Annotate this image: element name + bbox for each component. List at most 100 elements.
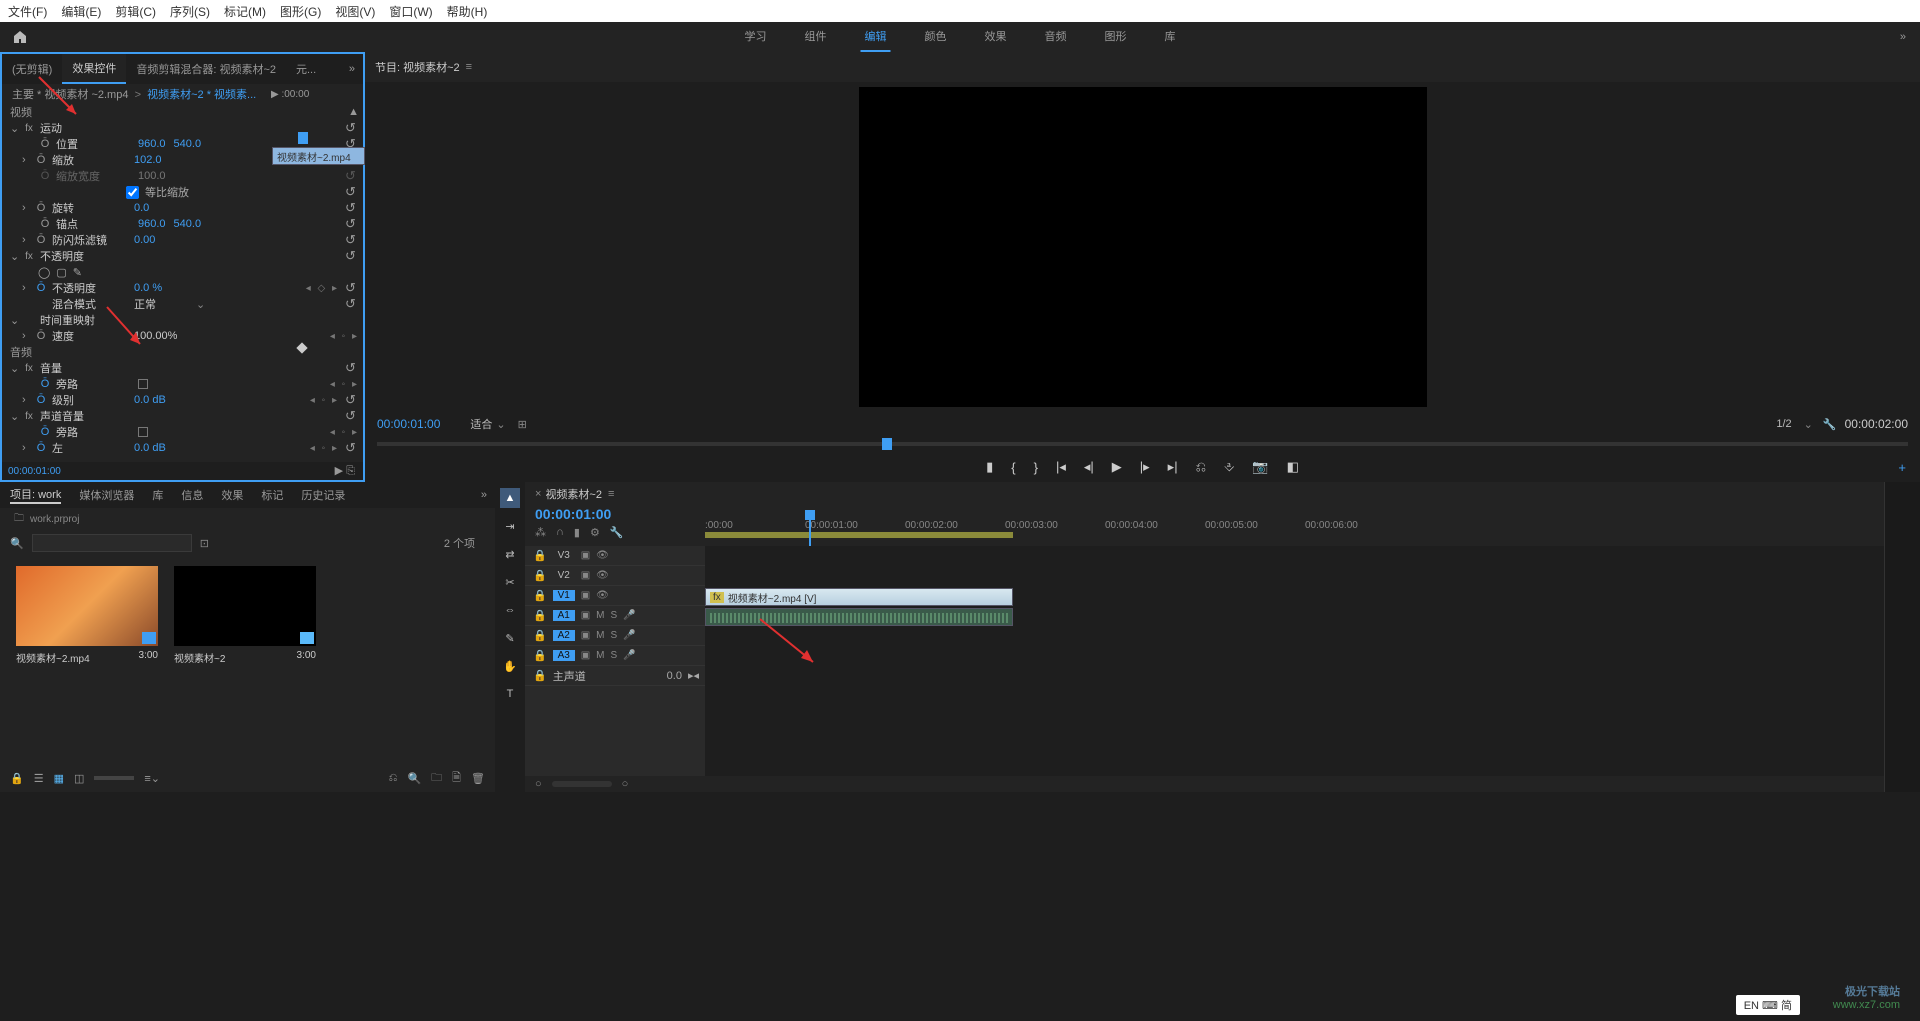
keyframe-nav[interactable]: ◂ ◦ ▸ bbox=[330, 379, 359, 390]
reset-icon[interactable]: ↺ bbox=[345, 281, 359, 295]
bypass-checkbox[interactable] bbox=[138, 427, 148, 437]
reset-icon[interactable]: ↺ bbox=[345, 233, 359, 247]
toggle-output-icon[interactable]: ▣ bbox=[581, 550, 590, 561]
stopwatch-active-icon[interactable]: Ō bbox=[34, 442, 48, 454]
lock-icon[interactable]: 🔒 bbox=[533, 609, 547, 622]
marker-icon[interactable]: ▮ bbox=[574, 526, 580, 539]
reset-icon[interactable]: ↺ bbox=[345, 393, 359, 407]
track-label[interactable]: A2 bbox=[553, 630, 575, 641]
menu-marker[interactable]: 标记(M) bbox=[224, 3, 266, 20]
thumbnail[interactable] bbox=[174, 566, 316, 646]
timeline-ruler[interactable]: :00:00 00:00:01:00 00:00:02:00 00:00:03:… bbox=[705, 506, 1884, 546]
reset-icon[interactable]: ↺ bbox=[345, 121, 359, 135]
reset-icon[interactable]: ↺ bbox=[345, 361, 359, 375]
keyframe-nav[interactable]: ◂ ◦ ▸ bbox=[310, 443, 339, 454]
tab-markers[interactable]: 标记 bbox=[261, 487, 283, 503]
track-select-tool[interactable]: ⇥ bbox=[500, 516, 520, 536]
bypass-checkbox[interactable] bbox=[138, 379, 148, 389]
toggle-eye-icon[interactable]: 👁 bbox=[596, 550, 609, 561]
mask-rect-icon[interactable]: ▢ bbox=[56, 266, 66, 279]
selection-tool[interactable]: ▲ bbox=[500, 488, 520, 508]
blend-mode-value[interactable]: 正常 bbox=[134, 296, 156, 312]
step-forward-icon[interactable]: |▸ bbox=[1140, 459, 1150, 475]
mute-icon[interactable]: ▣ bbox=[581, 610, 590, 621]
zoom-scrollbar[interactable] bbox=[552, 781, 612, 787]
menu-edit[interactable]: 编辑(E) bbox=[61, 3, 101, 20]
thumbnail[interactable] bbox=[16, 566, 158, 646]
mask-pen-icon[interactable]: ✎ bbox=[73, 266, 82, 279]
wrench-icon[interactable]: 🔧 bbox=[610, 526, 624, 539]
menu-window[interactable]: 窗口(W) bbox=[389, 3, 432, 20]
expand-icon[interactable]: ⌄ bbox=[10, 122, 22, 135]
zoom-fit-select[interactable]: 适合 bbox=[470, 416, 492, 432]
menu-graphic[interactable]: 图形(G) bbox=[280, 3, 321, 20]
opacity-value[interactable]: 0.0 % bbox=[134, 282, 162, 294]
workspace-color[interactable]: 颜色 bbox=[921, 22, 951, 52]
tab-media-browser[interactable]: 媒体浏览器 bbox=[79, 487, 134, 503]
timeline-timecode[interactable]: 00:00:01:00 bbox=[535, 506, 705, 522]
go-to-out-icon[interactable]: ▸| bbox=[1168, 459, 1178, 475]
ripple-edit-tool[interactable]: ⇄ bbox=[500, 544, 520, 564]
source-timecode[interactable]: 00:00:01:00 bbox=[8, 466, 61, 477]
effect-channel-volume[interactable]: 声道音量 bbox=[40, 408, 122, 424]
fx-badge-icon[interactable]: fx bbox=[22, 411, 36, 422]
toggle-output-icon[interactable]: ▣ bbox=[581, 570, 590, 581]
scrubber-handle[interactable] bbox=[882, 438, 892, 450]
workspace-effects[interactable]: 效果 bbox=[981, 22, 1011, 52]
pen-tool[interactable]: ✎ bbox=[500, 628, 520, 648]
fx-badge-icon[interactable]: fx bbox=[22, 251, 36, 262]
export-frame-icon[interactable]: 📷 bbox=[1252, 459, 1268, 475]
stopwatch-active-icon[interactable]: Ō bbox=[38, 378, 52, 390]
compare-icon[interactable]: ◧ bbox=[1287, 459, 1299, 475]
freeform-view-icon[interactable]: ◫ bbox=[74, 772, 84, 785]
settings-icon[interactable]: ⚙ bbox=[590, 526, 600, 539]
position-x[interactable]: 960.0 bbox=[138, 138, 166, 150]
program-tab[interactable]: 节目: 视频素材~2 bbox=[375, 59, 460, 75]
grid-icon[interactable]: ⊞ bbox=[518, 418, 527, 431]
menu-clip[interactable]: 剪辑(C) bbox=[115, 3, 156, 20]
track-content[interactable]: fx视频素材~2.mp4 [V] bbox=[705, 546, 1884, 776]
play-icon[interactable]: ▶ bbox=[1112, 459, 1122, 475]
left-value[interactable]: 0.0 dB bbox=[134, 442, 166, 454]
effect-volume[interactable]: 音量 bbox=[40, 360, 122, 376]
stopwatch-active-icon[interactable]: Ō bbox=[34, 282, 48, 294]
zoom-slider[interactable] bbox=[94, 776, 134, 780]
marker-icon[interactable]: ▮ bbox=[986, 459, 993, 475]
tab-history[interactable]: 历史记录 bbox=[301, 487, 345, 503]
reset-icon[interactable]: ↺ bbox=[345, 441, 359, 455]
tab-effect-controls[interactable]: 效果控件 bbox=[62, 54, 126, 84]
workspace-overflow-icon[interactable]: » bbox=[1900, 31, 1906, 43]
stopwatch-icon[interactable]: Ō bbox=[34, 154, 48, 166]
bin-item[interactable]: 视频素材~2.mp43:00 bbox=[16, 566, 158, 754]
tab-project[interactable]: 项目: work bbox=[10, 486, 61, 504]
home-button[interactable] bbox=[0, 22, 40, 52]
out-point-icon[interactable]: } bbox=[1034, 460, 1038, 475]
keyframe-nav[interactable]: ◂ ◦ ▸ bbox=[330, 331, 359, 342]
expand-icon[interactable]: ⌄ bbox=[10, 362, 22, 375]
loop-icon[interactable]: ▶ bbox=[335, 465, 343, 477]
panel-menu-icon[interactable]: ≡ bbox=[466, 61, 472, 73]
workspace-assembly[interactable]: 组件 bbox=[801, 22, 831, 52]
timeline-tab[interactable]: 视频素材~2 bbox=[545, 486, 602, 502]
snap-icon[interactable]: ⁂ bbox=[535, 526, 546, 539]
program-timecode-right[interactable]: 00:00:02:00 bbox=[1845, 417, 1908, 431]
stopwatch-active-icon[interactable]: Ō bbox=[38, 426, 52, 438]
lock-icon[interactable]: 🔒 bbox=[533, 649, 547, 662]
anchor-y[interactable]: 540.0 bbox=[174, 218, 202, 230]
dropdown-icon[interactable]: ⌄ bbox=[496, 418, 505, 431]
workspace-library[interactable]: 库 bbox=[1161, 22, 1180, 52]
lock-icon[interactable]: 🔒 bbox=[533, 569, 547, 582]
toggle-eye-icon[interactable]: 👁 bbox=[596, 590, 609, 601]
mic-icon[interactable]: 🎤 bbox=[623, 650, 635, 661]
expand-icon[interactable]: ⌄ bbox=[10, 314, 22, 327]
auto-sequence-icon[interactable]: ⎌ bbox=[389, 772, 398, 785]
slip-tool[interactable]: ⇔ bbox=[500, 600, 520, 620]
tab-effects[interactable]: 效果 bbox=[221, 487, 243, 503]
menu-sequence[interactable]: 序列(S) bbox=[170, 3, 210, 20]
program-scrubber[interactable] bbox=[377, 436, 1908, 452]
stopwatch-icon[interactable]: Ō bbox=[34, 330, 48, 342]
stopwatch-icon[interactable]: Ō bbox=[38, 218, 52, 230]
antiflicker-value[interactable]: 0.00 bbox=[134, 234, 155, 246]
tab-info[interactable]: 信息 bbox=[181, 487, 203, 503]
expand-icon[interactable]: ⌄ bbox=[10, 410, 22, 423]
